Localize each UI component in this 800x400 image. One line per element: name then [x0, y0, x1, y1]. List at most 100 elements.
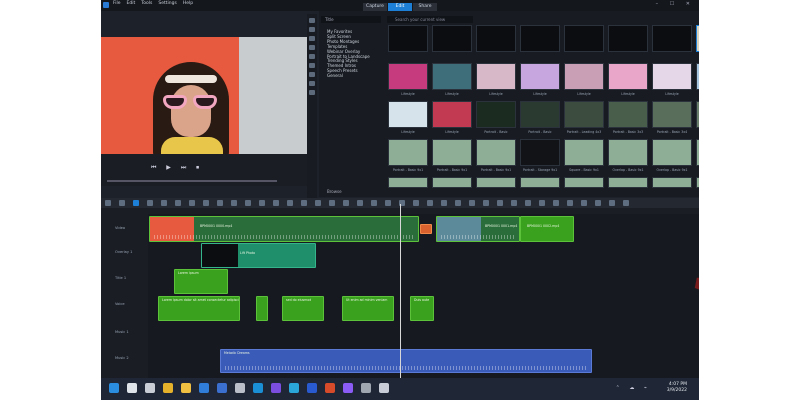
timeline-tool-icon[interactable] — [357, 200, 363, 206]
template-tile[interactable] — [696, 177, 699, 188]
taskbar-app-icon[interactable] — [145, 383, 155, 393]
timeline-tool-icon[interactable] — [301, 200, 307, 206]
template-tile[interactable] — [476, 63, 516, 90]
library-filter-dropdown[interactable]: Title — [321, 16, 381, 23]
timeline-tool-icon[interactable] — [203, 200, 209, 206]
template-tile[interactable] — [476, 177, 516, 188]
voice-clip-gap[interactable] — [256, 296, 268, 321]
template-tile[interactable] — [608, 63, 648, 90]
template-tile[interactable] — [388, 25, 428, 52]
video-clip-main[interactable]: BPM0001 0000.mp4 — [149, 216, 419, 242]
taskbar-app-icon[interactable] — [217, 383, 227, 393]
tab-share[interactable]: Share — [413, 3, 437, 11]
transport-buttons[interactable]: ⏮ ▶ ⏭ ⏹ — [151, 164, 203, 172]
voice-clip-3[interactable]: Ut enim ad minim veniam — [342, 296, 394, 321]
taskbar-app-icon[interactable] — [235, 383, 245, 393]
timeline-tool-icon[interactable] — [133, 200, 139, 206]
template-tile[interactable] — [652, 101, 692, 128]
timeline-tool-icon[interactable] — [315, 200, 321, 206]
menu-file[interactable]: File — [113, 1, 121, 6]
template-tile[interactable] — [564, 25, 604, 52]
template-tile[interactable] — [608, 139, 648, 166]
timeline-tool-icon[interactable] — [511, 200, 517, 206]
template-tile[interactable] — [652, 177, 692, 188]
template-tile[interactable] — [520, 101, 560, 128]
browse-button[interactable]: Browse — [327, 189, 342, 194]
template-tile[interactable] — [564, 63, 604, 90]
template-tile[interactable] — [652, 25, 692, 52]
timeline-tool-icon[interactable] — [119, 200, 125, 206]
template-tile[interactable] — [608, 177, 648, 188]
template-tile[interactable] — [520, 177, 560, 188]
template-tile[interactable] — [696, 101, 699, 128]
video-clip-3[interactable]: BPM0001 0002.mp4 — [520, 216, 574, 242]
timeline-tool-icon[interactable] — [483, 200, 489, 206]
timeline-tool-icon[interactable] — [217, 200, 223, 206]
template-tile[interactable] — [696, 25, 699, 52]
transition-clip[interactable] — [420, 224, 432, 234]
timeline-tool-icon[interactable] — [329, 200, 335, 206]
timeline-tool-icon[interactable] — [567, 200, 573, 206]
timeline-tool-icon[interactable] — [385, 200, 391, 206]
system-tray[interactable]: ⌃ ☁ ⌁ — [616, 385, 651, 391]
filter-icon[interactable] — [309, 90, 315, 95]
audio-icon[interactable] — [309, 72, 315, 77]
template-tile[interactable] — [520, 63, 560, 90]
timeline-tool-icon[interactable] — [609, 200, 615, 206]
timeline-tool-icon[interactable] — [105, 200, 111, 206]
menu-edit[interactable]: Edit — [127, 1, 136, 6]
template-tile[interactable] — [476, 139, 516, 166]
menu-settings[interactable]: Settings — [158, 1, 176, 6]
timeline-tool-icon[interactable] — [441, 200, 447, 206]
timeline-tool-icon[interactable] — [455, 200, 461, 206]
motion-icon[interactable] — [309, 81, 315, 86]
timeline-tool-icon[interactable] — [287, 200, 293, 206]
template-tile[interactable] — [652, 63, 692, 90]
video-clip-2[interactable]: BPM0001 0001.mp4 — [436, 216, 520, 242]
taskbar-app-icon[interactable] — [271, 383, 281, 393]
taskbar-app-icon[interactable] — [253, 383, 263, 393]
timeline-tool-icon[interactable] — [413, 200, 419, 206]
taskbar-app-icon[interactable] — [307, 383, 317, 393]
taskbar-app-icon[interactable] — [379, 383, 389, 393]
template-tile[interactable] — [608, 101, 648, 128]
timeline-tool-icon[interactable] — [497, 200, 503, 206]
title-clip[interactable]: Lorem ipsum — [174, 269, 228, 294]
template-tile[interactable] — [520, 25, 560, 52]
voice-clip-1[interactable]: Lorem ipsum dolor sit amet consectetur a… — [158, 296, 240, 321]
template-tile[interactable] — [564, 101, 604, 128]
library-search-input[interactable]: Search your current view — [387, 16, 473, 23]
taskbar-app-icon[interactable] — [109, 383, 119, 393]
transition-icon[interactable] — [309, 45, 315, 50]
timeline-tool-icon[interactable] — [245, 200, 251, 206]
timeline-tool-icon[interactable] — [161, 200, 167, 206]
overlay-clip[interactable]: Lift Photo — [201, 243, 316, 268]
timeline-tool-icon[interactable] — [189, 200, 195, 206]
taskbar-app-icon[interactable] — [361, 383, 371, 393]
template-tile[interactable] — [608, 25, 648, 52]
window-controls[interactable]: – ☐ ✕ — [656, 1, 695, 7]
taskbar-app-icon[interactable] — [325, 383, 335, 393]
timeline-tool-icon[interactable] — [371, 200, 377, 206]
template-tile[interactable] — [696, 139, 699, 166]
template-tile[interactable] — [388, 139, 428, 166]
timeline-tool-icon[interactable] — [147, 200, 153, 206]
scrub-bar[interactable] — [107, 180, 277, 182]
preview-window[interactable] — [101, 37, 309, 154]
category-item[interactable]: General — [327, 73, 370, 79]
media-icon[interactable] — [309, 18, 315, 23]
taskbar-clock[interactable]: 4:07 PM 3/9/2022 — [667, 382, 687, 394]
taskbar-app-icon[interactable] — [127, 383, 137, 393]
effects-icon[interactable] — [309, 54, 315, 59]
timeline-tool-icon[interactable] — [469, 200, 475, 206]
timeline-tool-icon[interactable] — [581, 200, 587, 206]
template-tile[interactable] — [432, 25, 472, 52]
playhead[interactable] — [400, 204, 401, 378]
template-tile[interactable] — [432, 101, 472, 128]
taskbar-app-icon[interactable] — [199, 383, 209, 393]
template-tile[interactable] — [476, 101, 516, 128]
template-tile[interactable] — [520, 139, 560, 166]
timeline-tool-icon[interactable] — [553, 200, 559, 206]
voice-clip-2[interactable]: sed do eiusmod — [282, 296, 324, 321]
template-tile[interactable] — [432, 63, 472, 90]
